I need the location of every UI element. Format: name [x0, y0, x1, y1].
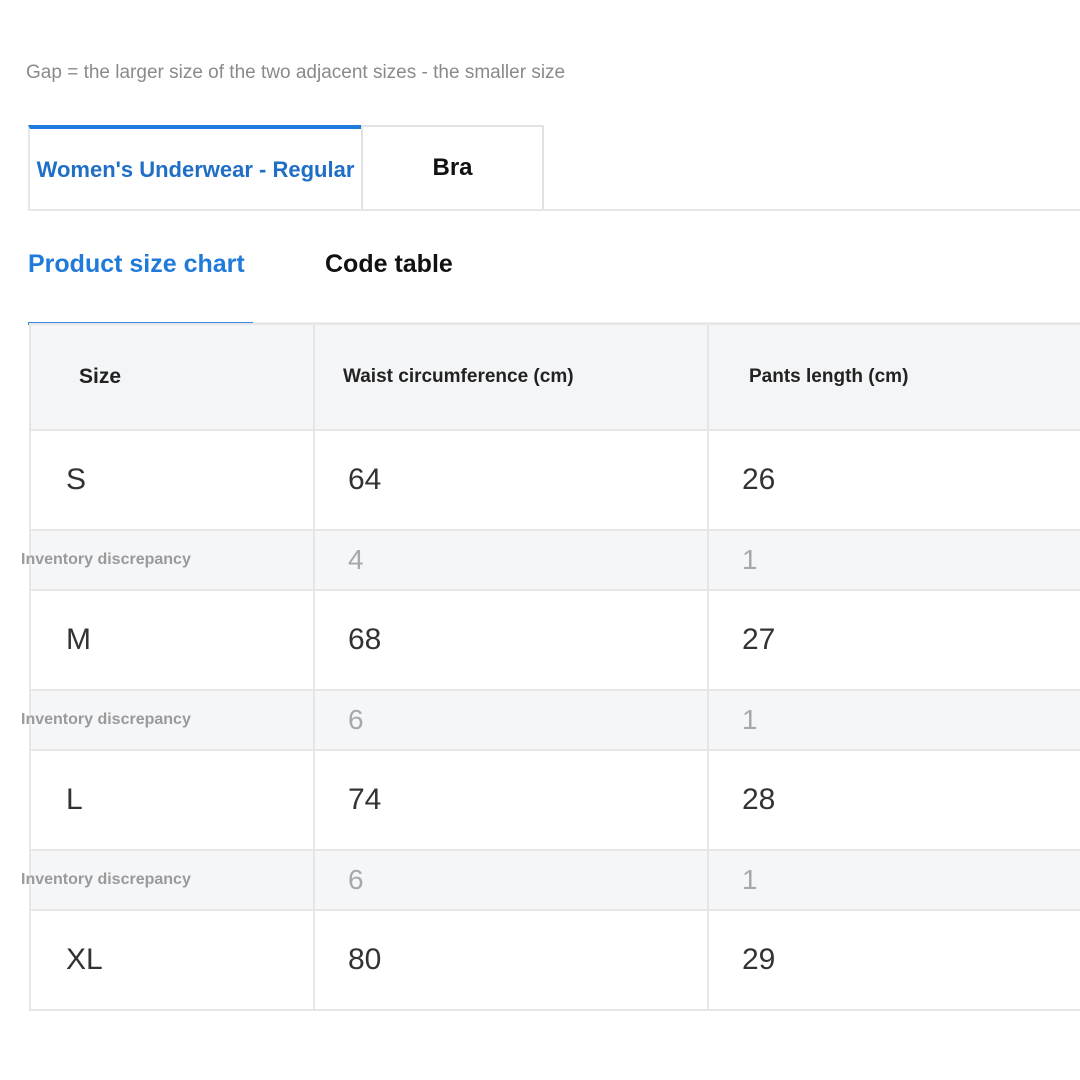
table-row: L 74 28 — [29, 749, 1080, 851]
table-row: S 64 26 — [29, 429, 1080, 531]
table-header-row: Size Waist circumference (cm) Pants leng… — [29, 323, 1080, 431]
tab-womens-underwear-regular[interactable]: Women's Underwear - Regular — [28, 125, 361, 209]
gap-label: Inventory discrepancy — [21, 551, 191, 568]
waist-cell: 74 — [313, 749, 709, 851]
gap-label-cell: Inventory discrepancy — [21, 689, 315, 751]
waist-cell: 64 — [313, 429, 709, 531]
gap-label-cell: Inventory discrepancy — [21, 849, 315, 911]
tab-product-size-chart[interactable]: Product size chart — [28, 250, 245, 279]
gap-label: Inventory discrepancy — [21, 711, 191, 728]
waist-gap-cell: 4 — [313, 529, 709, 591]
length-gap-cell: 1 — [707, 529, 1080, 591]
gap-definition-note: Gap = the larger size of the two adjacen… — [26, 62, 566, 83]
table-row: XL 80 29 — [29, 909, 1080, 1011]
length-cell: 26 — [707, 429, 1080, 531]
length-cell: 29 — [707, 909, 1080, 1011]
size-cell: L — [29, 749, 315, 851]
waist-gap-cell: 6 — [313, 849, 709, 911]
length-gap-cell: 1 — [707, 689, 1080, 751]
gap-label: Inventory discrepancy — [21, 871, 191, 888]
size-cell: S — [29, 429, 315, 531]
table-row: M 68 27 — [29, 589, 1080, 691]
gap-label-cell: Inventory discrepancy — [21, 529, 315, 591]
length-cell: 27 — [707, 589, 1080, 691]
size-cell: XL — [29, 909, 315, 1011]
length-gap-cell: 1 — [707, 849, 1080, 911]
tab-code-table[interactable]: Code table — [325, 250, 453, 279]
gap-row: Inventory discrepancy 6 1 — [21, 689, 1080, 751]
waist-cell: 68 — [313, 589, 709, 691]
length-cell: 28 — [707, 749, 1080, 851]
sub-tab-bar: Product size chart Code table — [28, 228, 1080, 325]
gap-row: Inventory discrepancy 6 1 — [21, 849, 1080, 911]
waist-gap-cell: 6 — [313, 689, 709, 751]
header-size: Size — [29, 323, 315, 431]
gap-row: Inventory discrepancy 4 1 — [21, 529, 1080, 591]
size-chart-table: Size Waist circumference (cm) Pants leng… — [21, 323, 1080, 1011]
header-waist-circumference: Waist circumference (cm) — [313, 323, 709, 431]
category-tab-bar: Women's Underwear - Regular Bra — [28, 125, 1080, 211]
tab-bra[interactable]: Bra — [361, 125, 544, 209]
waist-cell: 80 — [313, 909, 709, 1011]
header-pants-length: Pants length (cm) — [707, 323, 1080, 431]
size-cell: M — [29, 589, 315, 691]
